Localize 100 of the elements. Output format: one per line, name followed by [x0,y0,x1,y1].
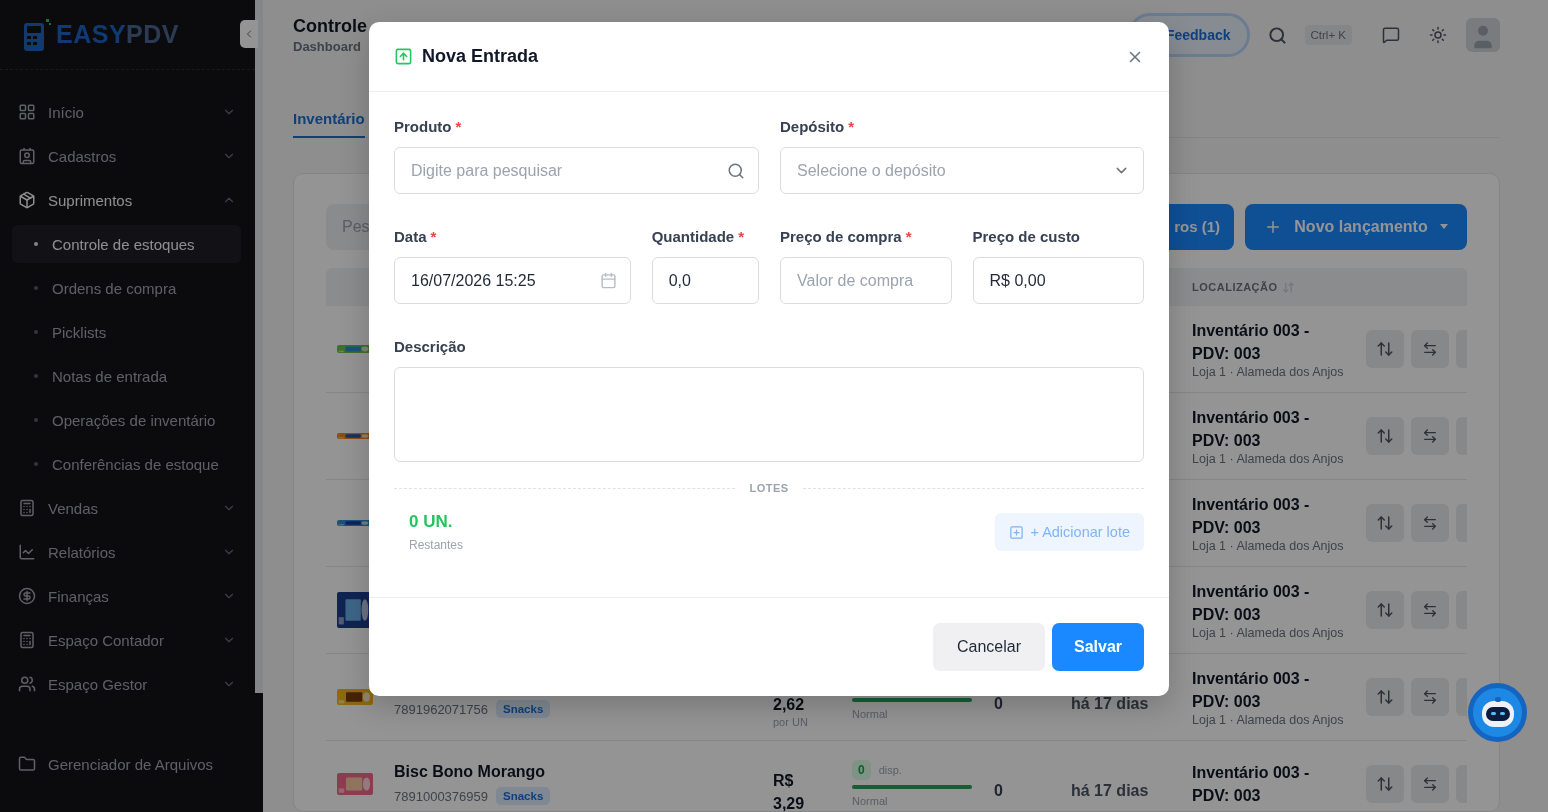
date-field[interactable]: 16/07/2026 15:25 [394,257,631,304]
bullet-icon [34,418,38,422]
price-currency: R$ [773,771,795,791]
nav-item[interactable]: Início [0,90,255,134]
remaining-value: 0 UN. [409,512,454,532]
description-field[interactable] [394,367,1144,462]
nav-subitem[interactable]: Notas de entrada [12,357,241,395]
move-button[interactable] [1366,678,1404,716]
product-code: 7891000376959 [394,788,488,804]
calculator-icon [18,631,36,649]
folder-icon [18,755,36,773]
price-unit: por UN [773,716,809,728]
up-down-arrows-icon [1376,601,1394,619]
caret-icon [1439,224,1448,229]
save-button[interactable]: Salvar [1052,623,1144,671]
nav-item[interactable]: Espaço Contador [0,618,255,662]
bullet-icon [34,462,38,466]
bullet-icon [34,330,38,334]
nav-subitem[interactable]: Operações de inventário [12,401,241,439]
nav-subitem[interactable]: Conferências de estoque [12,445,241,483]
move-button[interactable] [1366,504,1404,542]
transfer-button[interactable] [1411,330,1449,368]
sun-icon [1429,26,1447,44]
transfer-button[interactable] [1411,591,1449,629]
product-code: 7891962071756 [394,701,488,717]
chat-button[interactable] [1382,26,1400,44]
field-label: Depósito * [780,118,855,135]
location-name: Inventário 003 - PDV: 003 [1192,582,1311,625]
robot-icon [1479,696,1516,729]
package-icon [18,191,36,209]
location-name: Inventário 003 - PDV: 003 [1192,408,1311,451]
breadcrumb[interactable]: Dashboard [293,39,367,54]
plus-square-icon [1009,524,1025,540]
nav-item[interactable]: Gerenciador de Arquivos [0,742,255,786]
move-button[interactable] [1366,765,1404,803]
input-field[interactable]: Valor de compra [780,257,952,304]
move-button[interactable] [1366,417,1404,455]
price-value: 3,29 [773,794,806,811]
remaining-label: Restantes [409,538,464,552]
date: há 17 dias [1071,782,1150,800]
cancel-button[interactable]: Cancelar [933,623,1045,671]
field-label: Preço de compra * [780,228,913,245]
arrow-up-icon [394,47,413,66]
tab[interactable]: Inventário [293,110,365,138]
calendar-icon [599,272,617,289]
field-label: Quantidade * [651,228,746,245]
search-icon [1267,25,1287,45]
input-field[interactable]: 0,0 [651,257,759,304]
move-button[interactable] [1366,330,1404,368]
theme-button[interactable] [1429,26,1447,44]
bullet-icon [34,374,38,378]
location-store: Loja 1 · Alameda dos Anjos [1192,539,1345,553]
nav-item[interactable]: Cadastros [0,134,255,178]
nav-item[interactable]: Suprimentos [0,178,255,222]
field-label: Data * [394,228,438,245]
left-right-arrows-icon [1422,515,1438,531]
nav-item[interactable]: Espaço Gestor [0,662,255,706]
quantity: 0 [994,782,1004,800]
nav-item[interactable]: Finanças [0,574,255,618]
up-down-arrows-icon [1376,427,1394,445]
location-store: Loja 1 · Alameda dos Anjos [1192,365,1345,379]
left-right-arrows-icon [1422,341,1438,357]
field-label: Preço de custo [972,228,1082,245]
available-label: disp. [878,764,902,776]
stock-status: Normal [852,795,889,807]
location-name: Inventário 003 - PDV: 003 [1192,763,1311,806]
nav-subitem[interactable]: Ordens de compra [12,269,241,307]
users-icon [18,675,36,693]
contact-card-icon [18,147,36,165]
left-right-arrows-icon [1422,689,1438,705]
up-down-arrows-icon [1376,514,1394,532]
nav-subitem[interactable]: Picklists [12,313,241,351]
chart-line-icon [18,543,36,561]
up-down-arrows-icon [1376,775,1394,793]
nav-item[interactable]: Relatórios [0,530,255,574]
category-tag: Snacks [496,787,551,805]
collapse-sidebar-button[interactable] [240,20,258,48]
nav-subitem[interactable]: Controle de estoques [12,225,241,263]
left-right-arrows-icon [1422,602,1438,618]
location-store: Loja 1 · Alameda dos Anjos [1192,626,1345,640]
transfer-button[interactable] [1411,765,1449,803]
dialog-title: Nova Entrada [422,46,540,67]
page-title: Controle [293,16,367,37]
search-button[interactable] [1267,25,1287,45]
new-entry-button[interactable]: Novo lançamento [1245,203,1467,250]
transfer-button[interactable] [1411,417,1449,455]
transfer-button[interactable] [1411,678,1449,716]
move-button[interactable] [1366,591,1404,629]
bullet-icon [34,242,38,246]
input-field[interactable]: R$ 0,00 [972,257,1144,304]
column-header[interactable]: LOCALIZAÇÃO [1192,281,1278,293]
left-right-arrows-icon [1422,776,1438,792]
price-value: 2,62 [773,695,806,715]
avatar[interactable] [1466,18,1500,52]
transfer-button[interactable] [1411,504,1449,542]
search-field[interactable]: Digite para pesquisar [394,147,759,194]
field-label: Descrição [394,338,467,355]
shortcut-hint: Ctrl+ K [1304,25,1352,45]
select-field[interactable]: Selecione o depósito [780,147,1144,194]
nav-item[interactable]: Vendas [0,486,255,530]
